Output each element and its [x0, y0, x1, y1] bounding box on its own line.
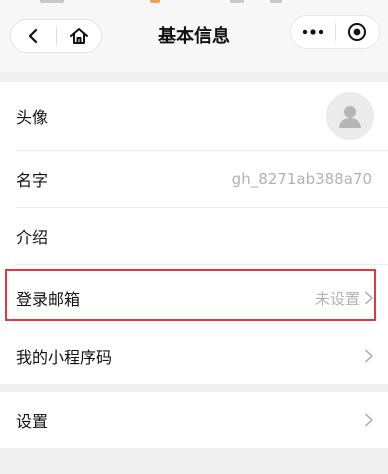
status-bar-fragment: [0, 0, 388, 4]
settings-label: 设置: [16, 412, 49, 431]
login-email-value: 未设置: [314, 289, 360, 308]
avatar-label: 头像: [16, 108, 49, 127]
intro-label: 介绍: [16, 228, 49, 247]
avatar-row[interactable]: 头像: [0, 82, 388, 150]
more-button[interactable]: [291, 15, 335, 49]
target-circle-icon: [348, 23, 367, 41]
menu-capsule: [290, 15, 380, 49]
settings-group: 设置: [0, 392, 388, 448]
chevron-right-icon: [365, 413, 373, 427]
login-email-row[interactable]: 登录邮箱 未设置: [0, 270, 388, 326]
settings-row[interactable]: 设置: [0, 392, 388, 448]
user-icon: [339, 106, 361, 128]
profile-info-group: 头像 名字 gh_8271ab388a70 介绍 登录邮箱 未设置: [0, 82, 388, 328]
name-value: gh_8271ab388a70: [231, 170, 372, 188]
chevron-right-icon: [365, 349, 373, 363]
qrcode-label: 我的小程序码: [16, 348, 113, 367]
more-dots-icon: [302, 29, 323, 35]
qrcode-row[interactable]: 我的小程序码: [0, 328, 388, 384]
avatar[interactable]: [326, 92, 374, 140]
qrcode-group: 我的小程序码: [0, 328, 388, 384]
login-email-label: 登录邮箱: [16, 290, 81, 309]
navigation-bar: 基本信息: [0, 0, 388, 72]
row-divider: [16, 264, 388, 265]
intro-row[interactable]: 介绍: [0, 208, 388, 264]
name-label: 名字: [16, 171, 49, 190]
close-miniprogram-button[interactable]: [335, 15, 379, 49]
name-row[interactable]: 名字 gh_8271ab388a70: [0, 151, 388, 207]
chevron-right-icon: [365, 291, 373, 305]
